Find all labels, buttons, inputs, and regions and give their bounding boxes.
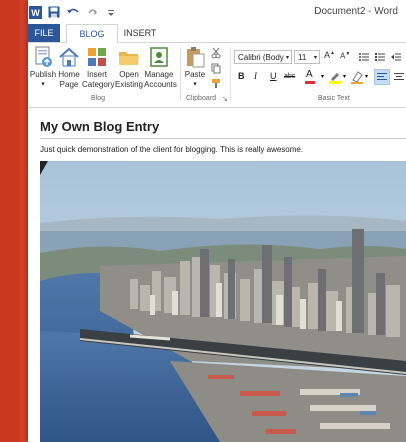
title-divider xyxy=(40,138,406,139)
home-icon xyxy=(58,46,80,68)
customize-icon[interactable] xyxy=(104,5,118,19)
align-left-button[interactable] xyxy=(374,69,390,85)
clipboard-group-label: Clipboard xyxy=(186,95,216,102)
format-painter-icon xyxy=(212,79,220,88)
basic-text-group-label: Basic Text xyxy=(318,95,350,102)
document-area[interactable]: My Own Blog Entry Just quick demonstrati… xyxy=(28,108,406,442)
folder-icon xyxy=(118,46,140,68)
post-title[interactable]: My Own Blog Entry xyxy=(40,119,159,134)
publish-icon xyxy=(32,46,54,68)
manage-accounts-label: Manage Accounts xyxy=(144,70,177,89)
font-size-value: 11 xyxy=(298,53,307,62)
clipboard-dialog-launcher[interactable]: ↘ xyxy=(222,95,228,103)
font-name-box[interactable]: Calibri (Body ▾ xyxy=(234,50,292,64)
accounts-icon xyxy=(148,46,170,68)
tab-insert[interactable]: INSERT xyxy=(120,24,160,42)
group-separator xyxy=(180,47,181,101)
insert-category-button[interactable]: Insert Category xyxy=(82,46,115,90)
copy-icon xyxy=(211,63,221,74)
chevron-down-icon[interactable]: ▾ xyxy=(314,51,317,65)
chevron-down-icon[interactable]: ▾ xyxy=(321,73,324,80)
bold-button[interactable]: B xyxy=(238,71,245,81)
paste-button[interactable]: Paste ▾ xyxy=(182,46,208,90)
clipboard-small-tools xyxy=(210,47,222,97)
ribbon: Publish ▾ Home Page Insert Category Open… xyxy=(28,43,406,108)
desktop-background: W Document2 - Word FILE BLOG POST xyxy=(0,0,406,442)
tab-blog-post[interactable]: BLOG POST xyxy=(66,24,118,57)
font-color-button[interactable]: A xyxy=(304,69,320,85)
tab-file[interactable]: FILE xyxy=(28,24,60,42)
post-image[interactable] xyxy=(40,161,406,442)
word-window: W Document2 - Word FILE BLOG POST xyxy=(28,0,406,442)
font-name-value: Calibri (Body xyxy=(238,53,284,62)
decrease-indent-icon[interactable] xyxy=(390,50,402,68)
redo-icon[interactable] xyxy=(85,5,99,19)
bullets-icon[interactable] xyxy=(358,50,370,68)
cut-icon xyxy=(211,47,221,59)
background-red-panel xyxy=(0,0,20,442)
insert-category-label: Insert Category xyxy=(82,70,115,89)
svg-text:W: W xyxy=(31,8,40,18)
chevron-down-icon[interactable]: ▾ xyxy=(365,73,368,80)
grow-font-icon[interactable]: A▲ xyxy=(324,50,335,60)
word-icon[interactable]: W xyxy=(28,5,42,19)
numbering-icon[interactable] xyxy=(374,50,386,68)
highlight-icon[interactable] xyxy=(328,70,342,89)
title-bar: W Document2 - Word xyxy=(28,0,406,24)
font-color-letter: A xyxy=(306,69,313,80)
manage-accounts-button[interactable]: Manage Accounts xyxy=(144,46,177,90)
ribbon-tabs: FILE BLOG POST INSERT xyxy=(28,24,406,57)
post-body-text[interactable]: Just quick demonstration of the client f… xyxy=(40,145,303,154)
group-separator xyxy=(230,47,231,101)
font-size-box[interactable]: 11 ▾ xyxy=(294,50,320,64)
shrink-font-icon[interactable]: A▼ xyxy=(340,51,350,61)
home-page-label: Home Page xyxy=(58,70,80,89)
category-icon xyxy=(86,46,108,68)
italic-button[interactable]: I xyxy=(254,71,257,81)
align-center-icon[interactable] xyxy=(392,70,406,89)
quick-access-toolbar: W xyxy=(28,0,118,24)
paste-icon xyxy=(184,46,206,68)
home-page-button[interactable]: Home Page xyxy=(54,46,84,90)
chevron-down-icon[interactable]: ▾ xyxy=(286,51,289,65)
chevron-down-icon[interactable]: ▾ xyxy=(343,73,346,80)
clear-formatting-icon[interactable] xyxy=(350,70,364,89)
strikethrough-button[interactable]: abc xyxy=(284,73,295,80)
open-existing-button[interactable]: Open Existing xyxy=(114,46,144,90)
document-title: Document2 - Word xyxy=(314,6,398,17)
font-color-swatch xyxy=(305,81,315,84)
paste-label: Paste xyxy=(184,70,206,79)
blog-group-label: Blog xyxy=(91,95,106,102)
undo-icon[interactable] xyxy=(66,5,80,19)
open-existing-label: Open Existing xyxy=(114,70,143,89)
save-icon[interactable] xyxy=(47,5,61,19)
underline-button[interactable]: U xyxy=(270,71,277,81)
